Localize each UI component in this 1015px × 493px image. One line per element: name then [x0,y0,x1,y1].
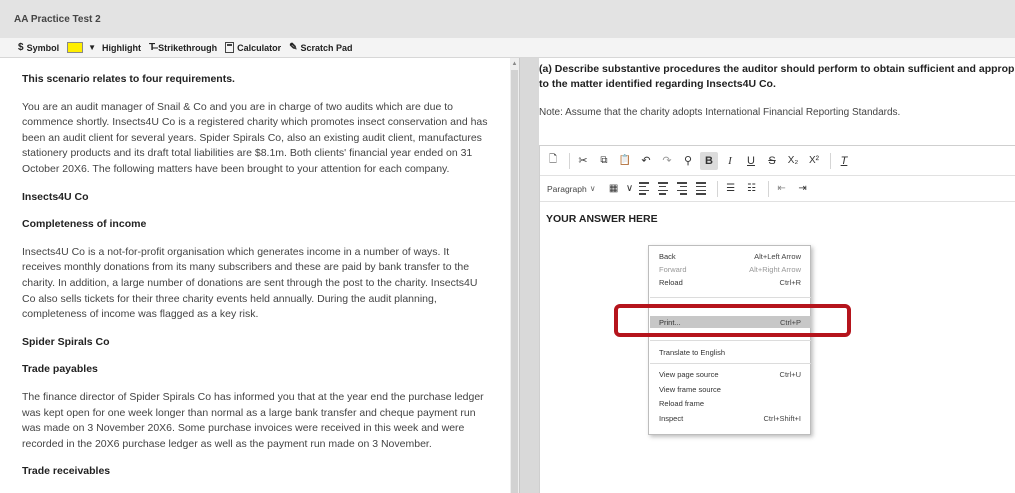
section-heading-trade-payables: Trade payables [22,363,98,376]
pencil-icon: ✎ [289,42,298,53]
context-menu-item-inspect[interactable]: Inspect Ctrl+Shift+I [650,412,811,424]
paste-icon[interactable]: 📋 [616,152,634,170]
context-menu-item-view-page-source[interactable]: View page source Ctrl+U [650,368,811,380]
dollar-icon: $ [18,42,24,53]
chevron-down-icon[interactable]: ∨ [626,180,634,198]
paragraph-format-label: Paragraph [547,183,587,194]
toolbar-separator [569,152,570,169]
cut-icon[interactable]: ✂ [574,152,592,170]
scroll-up-arrow-icon[interactable]: ▲ [511,60,518,68]
section-heading-completeness: Completeness of income [22,218,147,231]
toolbar-separator [830,152,831,169]
editor-toolbar-row-2: Paragraph ∨ ▦ ∨ ☰ ☷ ⇤ ⇥ [540,176,1015,202]
strikethrough-label: Strikethrough [158,42,218,53]
symbol-label: Symbol [26,42,60,53]
highlight-color-swatch[interactable] [67,42,84,53]
section-paragraph-trade-payables: The finance director of Spider Spirals C… [22,390,484,450]
undo-icon[interactable]: ↶ [637,152,655,170]
section-heading-trade-receivables: Trade receivables [22,465,111,478]
pane-divider-handle[interactable] [519,58,539,493]
answer-text-area[interactable]: YOUR ANSWER HERE [546,213,658,225]
title-bar: AA Practice Test 2 [0,0,1015,38]
highlight-label: Highlight [102,42,141,53]
editor-toolbar-row-1: 🗋 ✂ ⧉ 📋 ↶ ↷ ⚲ B I U S X₂ X² T [540,146,1015,176]
context-menu-separator [650,297,811,298]
highlight-button[interactable]: ▼ Highlight [67,42,141,53]
context-menu: Back Alt+Left Arrow Forward Alt+Right Ar… [648,245,811,435]
indent-icon[interactable]: ⇥ [794,180,812,198]
align-left-icon[interactable] [637,180,653,198]
company-heading-spider-spirals: Spider Spirals Co [22,335,110,348]
exam-toolbar: $ Symbol ▼ Highlight T̶ Strikethrough Ca… [0,38,1015,58]
strikethrough-button[interactable]: T̶ Strikethrough [149,42,217,53]
search-icon[interactable]: ⚲ [679,152,697,170]
align-center-icon[interactable] [656,180,672,198]
context-menu-item-back[interactable]: Back Alt+Left Arrow [650,250,811,262]
print-highlight-annotation [614,304,851,337]
toolbar-separator [716,180,718,197]
strikethrough-format-icon[interactable]: S [763,152,781,170]
context-menu-item-reload[interactable]: Reload Ctrl+R [650,276,811,288]
scenario-pane: This scenario relates to four requiremen… [0,58,510,493]
chevron-down-icon: ∨ [589,184,596,193]
context-menu-separator [650,340,811,341]
question-line-1: (a) Describe substantive procedures the … [539,63,1015,75]
symbol-button[interactable]: $ Symbol [18,42,59,53]
scenario-scrollbar-thumb[interactable] [511,70,518,493]
copy-icon[interactable]: ⧉ [595,152,613,170]
calculator-icon [225,42,235,53]
clear-formatting-icon[interactable]: T [835,152,853,170]
scratch-pad-button[interactable]: ✎ Scratch Pad [289,42,352,53]
align-justify-icon[interactable] [694,180,710,198]
context-menu-item-view-frame-source[interactable]: View frame source [650,383,811,395]
new-document-icon[interactable]: 🗋 [544,152,562,170]
context-menu-item-reload-frame[interactable]: Reload frame [650,397,811,409]
strikethrough-icon: T̶ [149,42,156,53]
app-title: AA Practice Test 2 [14,14,101,25]
context-menu-item-forward[interactable]: Forward Alt+Right Arrow [650,263,811,275]
align-right-icon[interactable] [675,180,691,198]
company-heading-insects4u: Insects4U Co [22,190,89,203]
table-icon[interactable]: ▦ [605,180,623,198]
scratch-pad-label: Scratch Pad [300,42,353,53]
superscript-icon[interactable]: X² [805,152,823,170]
question-line-2: to the matter identified regarding Insec… [539,78,776,90]
bullet-list-icon[interactable]: ☰ [722,180,740,198]
chevron-down-icon[interactable]: ▼ [88,43,96,52]
underline-icon[interactable]: U [742,152,760,170]
context-menu-separator [650,363,811,364]
toolbar-separator [767,180,769,197]
bold-icon[interactable]: B [700,151,718,170]
paragraph-format-select[interactable]: Paragraph ∨ [544,180,599,198]
outdent-icon[interactable]: ⇤ [773,180,791,198]
scenario-intro-paragraph: You are an audit manager of Snail & Co a… [22,100,488,175]
italic-icon[interactable]: I [721,152,739,170]
scenario-intro-heading: This scenario relates to four requiremen… [22,73,235,85]
numbered-list-icon[interactable]: ☷ [743,180,761,198]
redo-icon[interactable]: ↷ [658,152,676,170]
question-text: (a) Describe substantive procedures the … [539,62,1015,92]
subscript-icon[interactable]: X₂ [784,152,802,170]
question-note: Note: Assume that the charity adopts Int… [539,107,901,118]
calculator-label: Calculator [237,42,282,53]
section-paragraph-completeness: Insects4U Co is a not-for-profit organis… [22,245,478,321]
calculator-button[interactable]: Calculator [225,42,281,53]
context-menu-item-translate[interactable]: Translate to English [650,346,811,358]
